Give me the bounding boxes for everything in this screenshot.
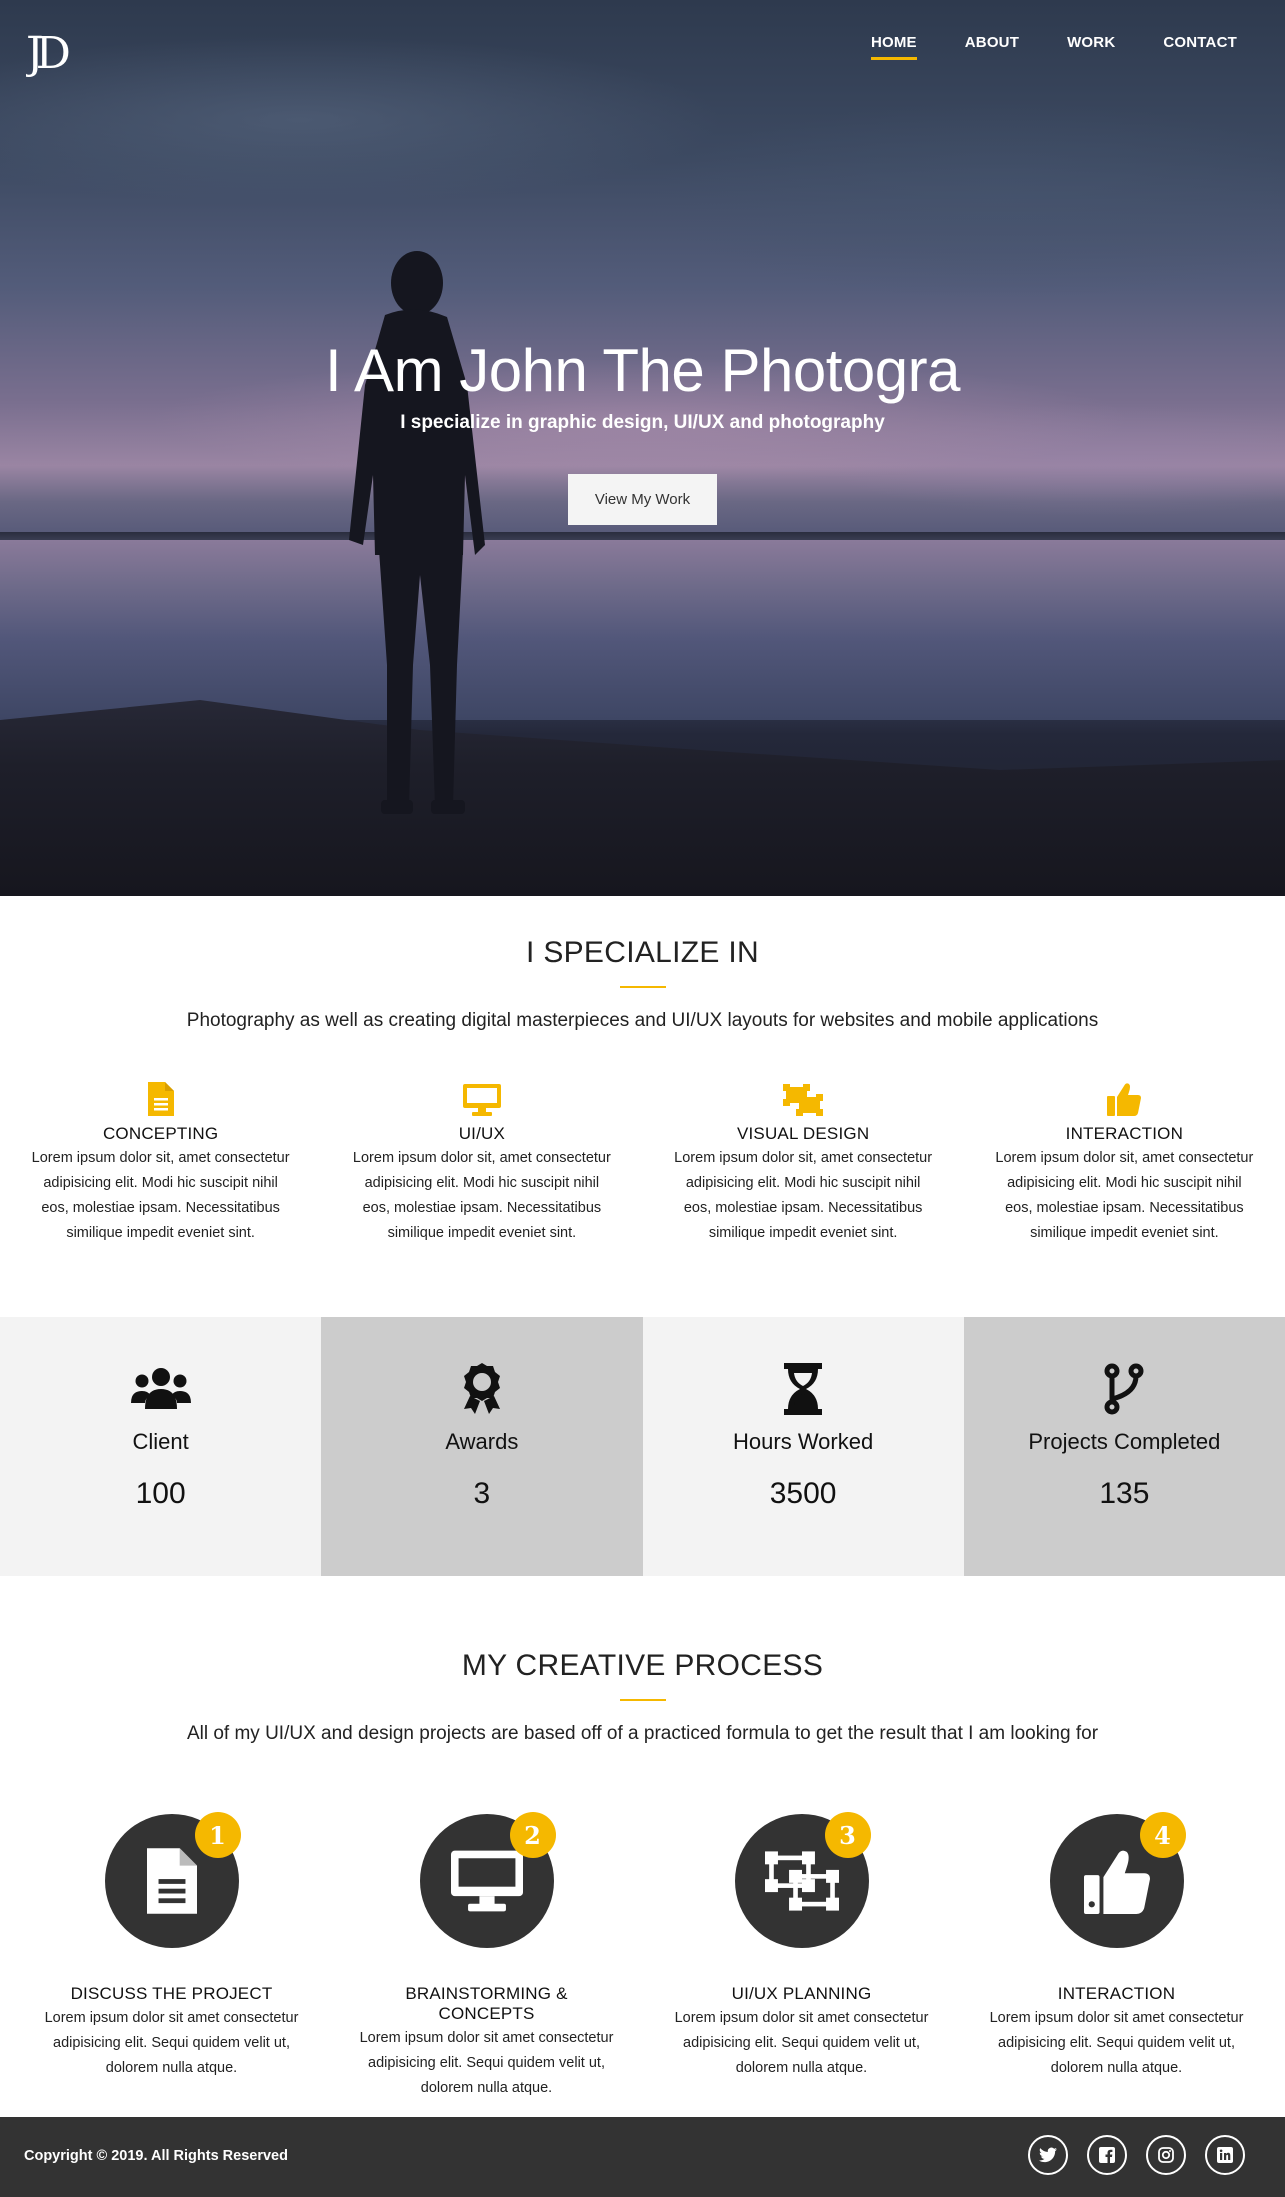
hero-person-silhouette — [349, 251, 485, 814]
file-icon — [147, 1082, 174, 1116]
process-step-number-badge: 1 — [194, 1812, 241, 1858]
specialize-item-text: Lorem ipsum dolor sit, amet consectetur … — [31, 1150, 290, 1241]
specialize-item-visual-design: VISUAL DESIGN Lorem ipsum dolor sit, ame… — [643, 1080, 964, 1246]
twitter-link[interactable] — [1028, 2135, 1068, 2175]
logo-text: JD — [26, 28, 69, 78]
nav-work-link[interactable]: WORK — [1067, 34, 1115, 60]
process-step-3: 3 UI/UX PLANNING Lorem ipsum dolor sit a… — [644, 1812, 959, 2101]
specialize-item-title: INTERACTION — [1065, 1124, 1184, 1143]
process-step-title: BRAINSTORMING & CONCEPTS — [405, 1984, 568, 2023]
hero-section: JD HOME ABOUT WORK CONTACT I Am John The… — [0, 0, 1285, 896]
twitter-icon — [1039, 2147, 1057, 2163]
stat-awards: Awards 3 — [321, 1317, 643, 1576]
code-branch-icon — [1104, 1363, 1144, 1415]
process-step-number-badge: 2 — [509, 1812, 556, 1858]
process-step-number-badge: 4 — [1139, 1812, 1186, 1858]
thumbs-up-icon — [1107, 1083, 1142, 1116]
process-step-number-badge: 3 — [824, 1812, 871, 1858]
specialize-item-uiux: UI/UX Lorem ipsum dolor sit, amet consec… — [321, 1080, 642, 1246]
social-links — [1028, 2135, 1245, 2175]
specialize-item-title: CONCEPTING — [102, 1124, 219, 1143]
process-step-circle: 3 — [734, 1812, 871, 1948]
process-step-circle: 1 — [104, 1812, 241, 1948]
process-step-title: INTERACTION — [1057, 1984, 1176, 2003]
site-logo[interactable]: JD — [22, 26, 96, 79]
specialize-lead: Photography as well as creating digital … — [186, 1010, 1099, 1031]
hourglass-icon — [784, 1363, 823, 1415]
desktop-icon — [462, 1084, 501, 1116]
stat-value: 135 — [1099, 1477, 1150, 1510]
process-step-1: 1 DISCUSS THE PROJECT Lorem ipsum dolor … — [14, 1812, 329, 2101]
instagram-icon — [1158, 2147, 1174, 2163]
facebook-icon — [1099, 2147, 1115, 2163]
award-icon — [463, 1363, 500, 1414]
process-step-circle: 4 — [1049, 1812, 1186, 1948]
process-step-title: UI/UX PLANNING — [731, 1984, 872, 2003]
stat-value: 3500 — [769, 1477, 837, 1510]
hero-title: I Am John The Photogra — [325, 337, 960, 404]
object-ungroup-icon — [783, 1084, 824, 1116]
object-ungroup-icon — [764, 1851, 839, 1911]
process-lead: All of my UI/UX and design projects are … — [186, 1723, 1099, 1744]
hero-background-water — [0, 540, 1285, 720]
hero-subtitle: I specialize in graphic design, UI/UX an… — [400, 412, 885, 433]
hero-background-horizon — [0, 532, 1285, 540]
specialize-item-text: Lorem ipsum dolor sit, amet consectetur … — [674, 1150, 933, 1241]
facebook-link[interactable] — [1087, 2135, 1127, 2175]
nav-home-link[interactable]: HOME — [870, 34, 917, 60]
specialize-item-text: Lorem ipsum dolor sit, amet consectetur … — [995, 1150, 1254, 1241]
linkedin-icon — [1217, 2147, 1233, 2163]
instagram-link[interactable] — [1146, 2135, 1186, 2175]
users-icon — [130, 1368, 191, 1409]
process-step-text: Lorem ipsum dolor sit amet consectetur a… — [989, 2010, 1244, 2076]
desktop-icon — [450, 1850, 523, 1912]
specialize-item-interaction: INTERACTION Lorem ipsum dolor sit, amet … — [964, 1080, 1285, 1246]
stat-label: Projects Completed — [1028, 1429, 1221, 1454]
nav-about-link[interactable]: ABOUT — [965, 34, 1019, 60]
process-step-text: Lorem ipsum dolor sit amet consectetur a… — [674, 2010, 929, 2076]
process-grid: 1 DISCUSS THE PROJECT Lorem ipsum dolor … — [0, 1812, 1285, 2101]
copyright-text: Copyright © 2019. All Rights Reserved — [24, 2148, 288, 2164]
stat-label: Hours Worked — [733, 1429, 874, 1454]
process-step-4: 4 INTERACTION Lorem ipsum dolor sit amet… — [959, 1812, 1274, 2101]
stat-value: 3 — [473, 1477, 491, 1510]
process-title: MY CREATIVE PROCESS — [461, 1649, 824, 1682]
stat-label: Awards — [445, 1429, 519, 1454]
logo-mark: JD — [22, 28, 77, 79]
file-icon — [146, 1848, 197, 1914]
specialize-title: I SPECIALIZE IN — [526, 936, 759, 969]
specialize-item-title: UI/UX — [458, 1124, 506, 1143]
view-my-work-button[interactable]: View My Work — [568, 474, 717, 525]
thumbs-up-icon — [1083, 1850, 1150, 1914]
nav-contact-link[interactable]: CONTACT — [1163, 34, 1237, 60]
specialize-grid: CONCEPTING Lorem ipsum dolor sit, amet c… — [0, 1080, 1285, 1246]
process-step-title: DISCUSS THE PROJECT — [70, 1984, 273, 2003]
stat-hours-worked: Hours Worked 3500 — [642, 1317, 964, 1576]
specialize-divider — [620, 986, 666, 988]
process-step-2: 2 BRAINSTORMING & CONCEPTS Lorem ipsum d… — [329, 1812, 644, 2101]
specialize-item-concepting: CONCEPTING Lorem ipsum dolor sit, amet c… — [0, 1080, 321, 1246]
site-footer: Copyright © 2019. All Rights Reserved — [0, 2117, 1285, 2197]
main-nav: HOME ABOUT WORK CONTACT — [870, 34, 1237, 60]
specialize-item-text: Lorem ipsum dolor sit, amet consectetur … — [352, 1150, 611, 1241]
specialize-item-title: VISUAL DESIGN — [736, 1124, 870, 1143]
stats-section: Client 100 Awards 3 Hours Worked 3500 Pr… — [0, 1317, 1285, 1576]
process-step-circle: 2 — [419, 1812, 556, 1948]
linkedin-link[interactable] — [1205, 2135, 1245, 2175]
process-divider — [620, 1699, 666, 1701]
stat-clients: Client 100 — [0, 1317, 322, 1576]
process-step-text: Lorem ipsum dolor sit amet consectetur a… — [44, 2010, 299, 2076]
stat-value: 100 — [135, 1477, 186, 1510]
stat-projects-completed: Projects Completed 135 — [963, 1317, 1285, 1576]
process-step-text: Lorem ipsum dolor sit amet consectetur a… — [359, 2030, 614, 2096]
stat-label: Client — [132, 1429, 189, 1454]
